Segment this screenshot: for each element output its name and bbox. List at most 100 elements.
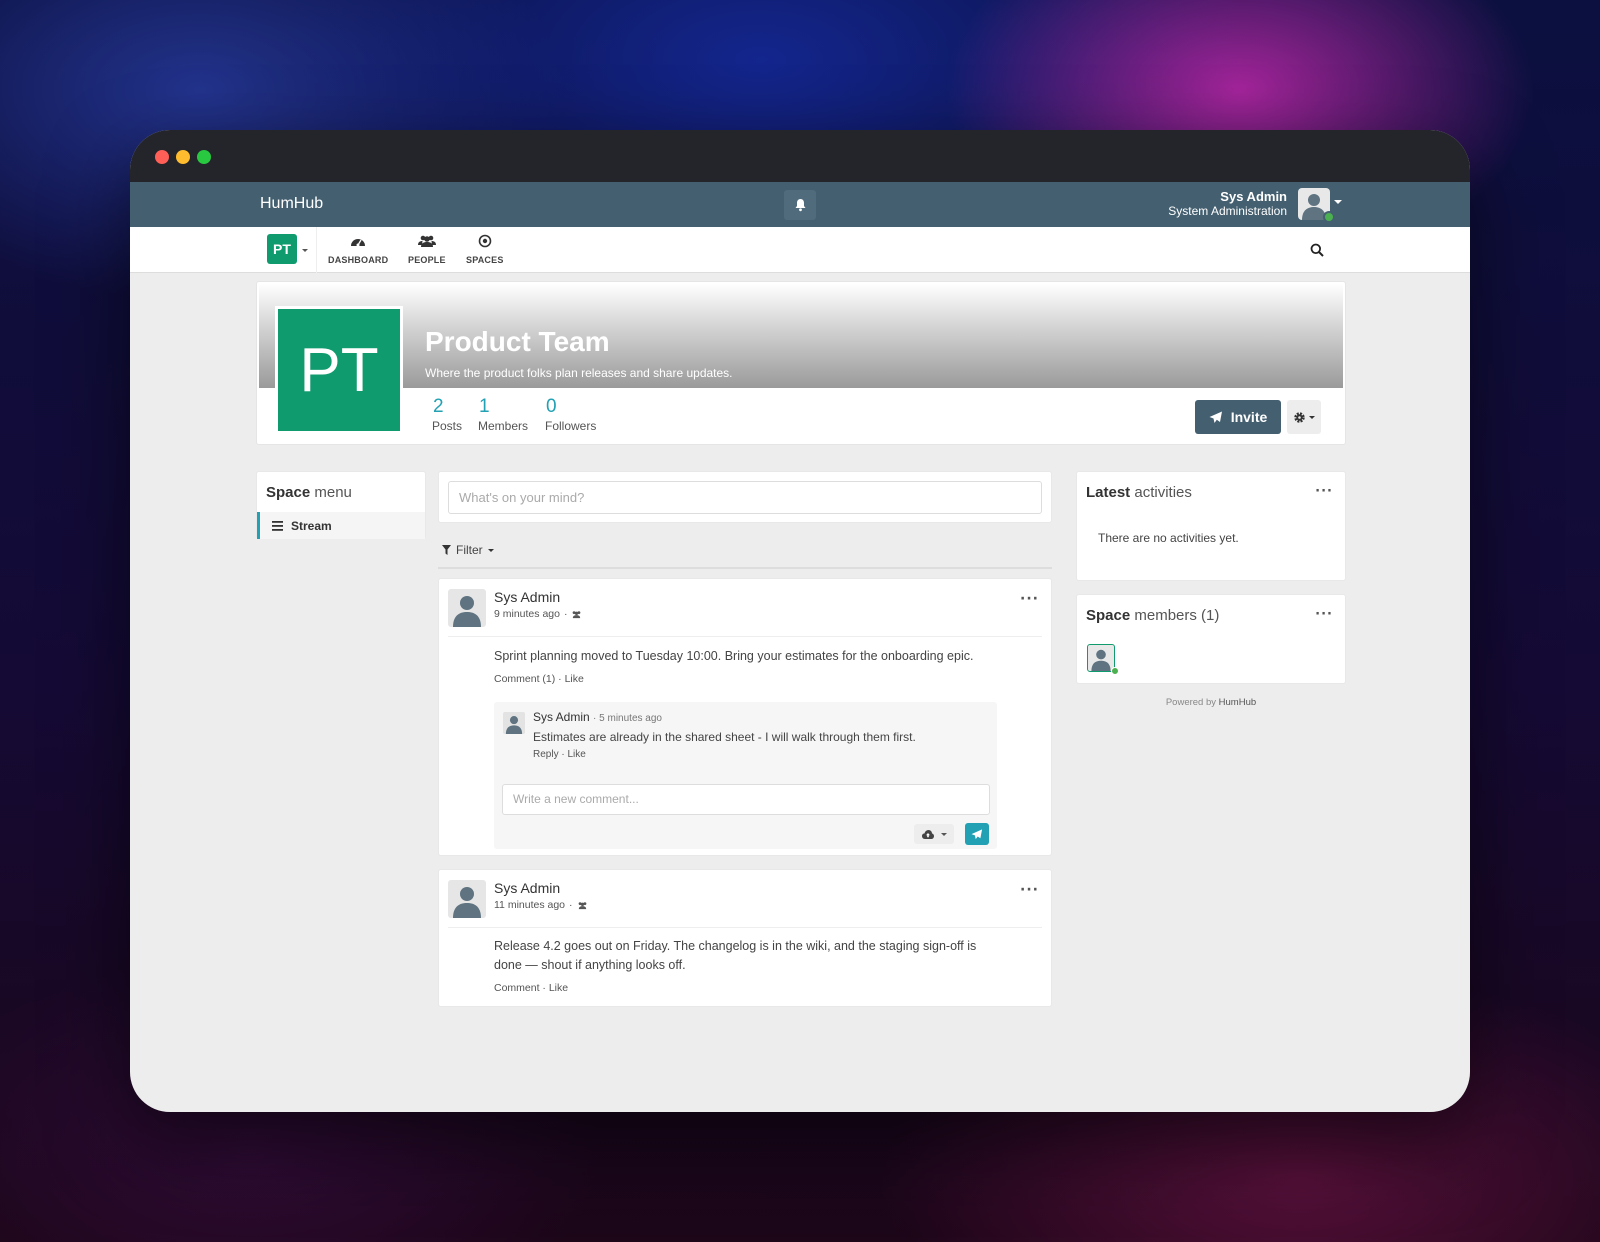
minimize-window-button[interactable]	[176, 150, 190, 164]
nav-divider	[316, 227, 317, 273]
post-composer: What's on your mind?	[438, 471, 1052, 523]
cloud-upload-icon	[921, 829, 934, 839]
stream-divider	[438, 567, 1052, 569]
post-actions[interactable]: Comment (1) · Like	[494, 673, 584, 685]
chevron-down-icon	[940, 832, 947, 836]
post-text: Sprint planning moved to Tuesday 10:00. …	[494, 649, 974, 663]
meta-separator: ·	[563, 608, 568, 620]
post-timestamp[interactable]: 11 minutes ago	[494, 899, 565, 911]
stat-members[interactable]: 1 Members	[478, 396, 528, 433]
comment-author-avatar[interactable]	[503, 712, 525, 734]
post-meta: 9 minutes ago ·	[494, 608, 582, 620]
space-menu-heading: Space menu	[266, 484, 352, 501]
meta-separator: ·	[569, 899, 573, 911]
invite-button[interactable]: Invite	[1195, 400, 1281, 434]
space-members-panel: Space members (1) ···	[1076, 594, 1346, 684]
space-menu-item-label: Stream	[291, 518, 332, 533]
stat-posts-label: Posts	[432, 419, 463, 433]
stat-followers-value: 0	[546, 396, 557, 417]
comment-text: Estimates are already in the shared shee…	[533, 730, 916, 744]
close-window-button[interactable]	[155, 150, 169, 164]
no-activities-text: There are no activities yet.	[1098, 531, 1239, 545]
bell-icon	[795, 199, 805, 212]
comment-timestamp: · 5 minutes ago	[593, 713, 662, 724]
post-options-button[interactable]: ···	[1020, 882, 1039, 898]
space-logo: PT	[275, 306, 403, 434]
search-icon	[1310, 243, 1324, 257]
gear-icon	[1294, 411, 1305, 423]
stat-followers-label: Followers	[545, 419, 597, 433]
chevron-down-icon	[1309, 415, 1315, 419]
online-status-dot	[1323, 211, 1335, 223]
online-status-dot	[1111, 667, 1119, 675]
stat-posts[interactable]: 2 Posts	[432, 396, 462, 433]
members-heading: Space members (1)	[1086, 607, 1220, 624]
space-banner-image	[259, 284, 1343, 388]
people-icon	[573, 610, 581, 618]
upload-button[interactable]	[914, 824, 954, 844]
main-navigation: PT DASHBOARD PEOPLE SPACES	[130, 227, 1470, 273]
paper-plane-icon	[1209, 411, 1222, 423]
nav-dashboard[interactable]: DASHBOARD	[328, 234, 388, 265]
user-silhouette-icon	[505, 716, 523, 734]
activities-options-button[interactable]: ···	[1315, 484, 1333, 499]
space-header: PT Product Team Where the product folks …	[256, 281, 1346, 445]
post-entry: Sys Admin 9 minutes ago · ··· Sprint pla…	[438, 578, 1052, 856]
comments-section: Sys Admin · 5 minutes ago Estimates are …	[494, 702, 997, 849]
post-author-name[interactable]: Sys Admin	[494, 880, 560, 896]
space-settings-button[interactable]	[1287, 400, 1321, 434]
nav-dashboard-label: DASHBOARD	[328, 255, 389, 265]
post-text: Release 4.2 goes out on Friday. The chan…	[494, 939, 977, 972]
stream-filter[interactable]: Filter	[442, 543, 494, 557]
user-role: System Administration	[1168, 204, 1287, 218]
post-author-name[interactable]: Sys Admin	[494, 589, 560, 605]
people-icon	[578, 901, 586, 909]
post-divider	[448, 927, 1042, 928]
nav-spaces-label: SPACES	[466, 255, 504, 265]
user-silhouette-icon	[453, 596, 481, 627]
send-comment-button[interactable]	[965, 823, 989, 845]
notifications-button[interactable]	[784, 190, 816, 220]
comment-author[interactable]: Sys Admin · 5 minutes ago	[533, 710, 662, 724]
dashboard-icon	[351, 239, 366, 247]
post-options-button[interactable]: ···	[1020, 591, 1039, 607]
spaces-icon	[478, 234, 492, 248]
user-silhouette-icon	[1091, 649, 1111, 671]
maximize-window-button[interactable]	[197, 150, 211, 164]
space-title: Product Team	[425, 326, 610, 357]
activities-heading: Latest activities	[1086, 484, 1192, 501]
post-meta: 11 minutes ago ·	[494, 899, 588, 911]
chevron-down-icon[interactable]	[302, 249, 308, 252]
nav-spaces[interactable]: SPACES	[466, 234, 504, 265]
post-author-avatar[interactable]	[448, 880, 486, 918]
user-name: Sys Admin	[1220, 189, 1287, 204]
brand-logo[interactable]: HumHub	[260, 195, 323, 213]
filter-label: Filter	[456, 543, 483, 557]
space-description: Where the product folks plan releases an…	[425, 366, 733, 380]
post-author-avatar[interactable]	[448, 589, 486, 627]
invite-label: Invite	[1230, 409, 1268, 425]
browser-window: HumHub Sys Admin System Administration P…	[130, 130, 1470, 1112]
post-input[interactable]: What's on your mind?	[448, 481, 1042, 514]
space-chooser-button[interactable]: PT	[267, 234, 297, 264]
people-icon	[417, 235, 436, 247]
humhub-link[interactable]: HumHub	[1219, 697, 1257, 708]
post-timestamp[interactable]: 9 minutes ago	[494, 608, 560, 620]
chevron-down-icon[interactable]	[1334, 200, 1342, 204]
space-menu-item-stream[interactable]: Stream	[257, 512, 425, 539]
comment-actions[interactable]: Reply · Like	[533, 749, 586, 760]
post-entry: Sys Admin 11 minutes ago · ··· Release 4…	[438, 869, 1052, 1007]
stat-members-value: 1	[479, 396, 490, 417]
search-button[interactable]	[1310, 242, 1324, 261]
nav-people[interactable]: PEOPLE	[408, 234, 446, 265]
chevron-down-icon	[487, 548, 494, 552]
user-menu[interactable]: Sys Admin System Administration	[1168, 189, 1287, 219]
filter-icon	[442, 545, 451, 555]
stat-members-label: Members	[478, 419, 529, 433]
post-actions[interactable]: Comment · Like	[494, 982, 568, 994]
new-comment-input[interactable]: Write a new comment...	[502, 784, 990, 815]
post-divider	[448, 636, 1042, 637]
members-options-button[interactable]: ···	[1315, 607, 1333, 622]
stat-followers[interactable]: 0 Followers	[545, 396, 596, 433]
top-bar: HumHub Sys Admin System Administration	[130, 182, 1470, 227]
